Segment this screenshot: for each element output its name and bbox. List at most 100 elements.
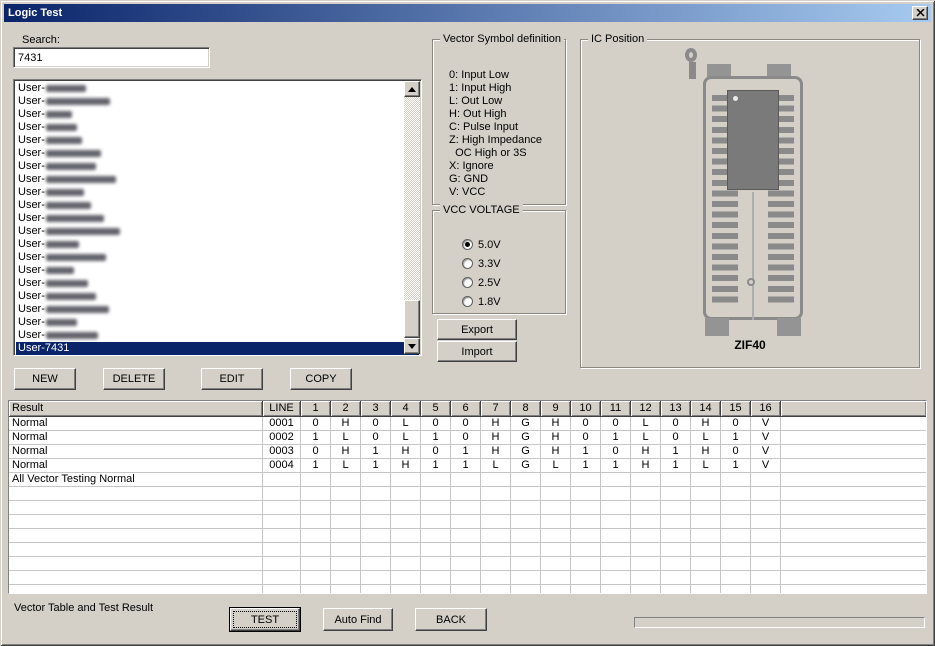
list-item[interactable]: User- bbox=[16, 290, 419, 303]
table-row[interactable] bbox=[9, 487, 926, 501]
socket-center-channel bbox=[752, 192, 754, 320]
scroll-down-button[interactable] bbox=[404, 338, 420, 354]
list-item[interactable]: User-7431 bbox=[16, 342, 419, 355]
header-pin-2[interactable]: 2 bbox=[331, 401, 361, 417]
header-pin-5[interactable]: 5 bbox=[421, 401, 451, 417]
back-button[interactable]: BACK bbox=[415, 608, 487, 631]
table-row[interactable] bbox=[9, 571, 926, 585]
header-pin-3[interactable]: 3 bbox=[361, 401, 391, 417]
device-list[interactable]: User-User-User-User-User-User-User-User-… bbox=[13, 79, 422, 356]
table-row[interactable] bbox=[9, 501, 926, 515]
vector-symbol-group-title: Vector Symbol definition bbox=[440, 33, 564, 45]
list-item[interactable]: User- bbox=[16, 134, 419, 147]
vcc-option-3.3V[interactable]: 3.3V bbox=[462, 254, 501, 273]
table-row[interactable]: Normal00021L0L10HGH01L0L1V bbox=[9, 431, 926, 445]
delete-button[interactable]: DELETE bbox=[103, 368, 165, 390]
header-pin-12[interactable]: 12 bbox=[631, 401, 661, 417]
vcc-option-1.8V[interactable]: 1.8V bbox=[462, 292, 501, 311]
symbol-line: V: VCC bbox=[449, 186, 542, 199]
arrow-down-icon bbox=[408, 344, 416, 349]
title-bar[interactable]: Logic Test bbox=[4, 4, 931, 22]
chip-pin1-mark-icon bbox=[733, 96, 738, 101]
table-row[interactable]: All Vector Testing Normal bbox=[9, 473, 926, 487]
header-pin-11[interactable]: 11 bbox=[601, 401, 631, 417]
socket-lever-stem bbox=[689, 62, 696, 79]
list-item[interactable]: User- bbox=[16, 316, 419, 329]
list-item[interactable]: User- bbox=[16, 251, 419, 264]
progress-bar bbox=[634, 617, 925, 628]
close-icon bbox=[916, 9, 925, 17]
list-item[interactable]: User- bbox=[16, 186, 419, 199]
listbox-scrollbar[interactable] bbox=[404, 81, 420, 354]
table-row[interactable] bbox=[9, 515, 926, 529]
socket-name-label: ZIF40 bbox=[581, 338, 919, 352]
list-item[interactable]: User- bbox=[16, 95, 419, 108]
vcc-option-2.5V[interactable]: 2.5V bbox=[462, 273, 501, 292]
edit-button[interactable]: EDIT bbox=[201, 368, 263, 390]
header-line[interactable]: LINE bbox=[263, 401, 301, 417]
socket-center-screw-icon bbox=[747, 278, 755, 286]
search-input[interactable] bbox=[13, 47, 210, 68]
vcc-voltage-group: VCC VOLTAGE 5.0V3.3V2.5V1.8V bbox=[432, 210, 566, 314]
socket-lever-icon bbox=[685, 48, 697, 62]
list-item[interactable]: User- bbox=[16, 303, 419, 316]
list-item[interactable]: User- bbox=[16, 82, 419, 95]
table-row[interactable] bbox=[9, 529, 926, 543]
table-row[interactable] bbox=[9, 557, 926, 571]
header-pin-15[interactable]: 15 bbox=[721, 401, 751, 417]
symbol-line: Z: High Impedance bbox=[449, 134, 542, 147]
header-pin-10[interactable]: 10 bbox=[571, 401, 601, 417]
header-pin-9[interactable]: 9 bbox=[541, 401, 571, 417]
vcc-voltage-group-title: VCC VOLTAGE bbox=[440, 204, 523, 216]
list-item[interactable]: User- bbox=[16, 238, 419, 251]
symbol-line: 1: Input High bbox=[449, 82, 542, 95]
header-pin-1[interactable]: 1 bbox=[301, 401, 331, 417]
header-pin-16[interactable]: 16 bbox=[751, 401, 781, 417]
list-item[interactable]: User- bbox=[16, 173, 419, 186]
header-result[interactable]: Result bbox=[9, 401, 263, 417]
header-pin-6[interactable]: 6 bbox=[451, 401, 481, 417]
window-title: Logic Test bbox=[8, 7, 62, 19]
table-header[interactable]: Result LINE 1 2 3 4 5 6 7 8 9 10 11 12 1… bbox=[9, 401, 926, 417]
vcc-option-5.0V[interactable]: 5.0V bbox=[462, 235, 501, 254]
auto-find-button[interactable]: Auto Find bbox=[323, 608, 393, 631]
list-item[interactable]: User- bbox=[16, 147, 419, 160]
symbol-line: C: Pulse Input bbox=[449, 121, 542, 134]
header-pin-8[interactable]: 8 bbox=[511, 401, 541, 417]
list-item[interactable]: User- bbox=[16, 199, 419, 212]
table-row[interactable] bbox=[9, 543, 926, 557]
test-button[interactable]: TEST bbox=[230, 608, 300, 631]
table-row[interactable]: Normal00010H0L00HGH00L0H0V bbox=[9, 417, 926, 431]
header-filler bbox=[781, 401, 926, 417]
list-item[interactable]: User- bbox=[16, 225, 419, 238]
symbol-line: OC High or 3S bbox=[449, 147, 542, 160]
header-pin-14[interactable]: 14 bbox=[691, 401, 721, 417]
radio-icon bbox=[462, 258, 473, 269]
list-item[interactable]: User- bbox=[16, 212, 419, 225]
vcc-options: 5.0V3.3V2.5V 1.8V bbox=[462, 235, 501, 311]
list-item[interactable]: User- bbox=[16, 264, 419, 277]
header-pin-13[interactable]: 13 bbox=[661, 401, 691, 417]
copy-button[interactable]: COPY bbox=[290, 368, 352, 390]
radio-icon bbox=[462, 277, 473, 288]
vector-symbol-lines: 0: Input Low1: Input HighL: Out LowH: Ou… bbox=[449, 69, 542, 199]
export-button[interactable]: Export bbox=[437, 319, 517, 340]
radio-label: 1.8V bbox=[478, 296, 501, 308]
list-item[interactable]: User- bbox=[16, 329, 419, 342]
list-item[interactable]: User- bbox=[16, 108, 419, 121]
list-item[interactable]: User- bbox=[16, 160, 419, 173]
list-item[interactable]: User- bbox=[16, 121, 419, 134]
scroll-thumb[interactable] bbox=[404, 300, 420, 338]
ic-position-group-title: IC Position bbox=[588, 33, 647, 45]
header-pin-4[interactable]: 4 bbox=[391, 401, 421, 417]
radio-icon bbox=[462, 296, 473, 307]
close-button[interactable] bbox=[912, 6, 928, 20]
list-item[interactable]: User- bbox=[16, 277, 419, 290]
table-row[interactable]: Normal00030H1H01HGH10H1H0V bbox=[9, 445, 926, 459]
new-button[interactable]: NEW bbox=[14, 368, 76, 390]
header-pin-7[interactable]: 7 bbox=[481, 401, 511, 417]
table-row[interactable]: Normal00041L1H11LGL11H1L1V bbox=[9, 459, 926, 473]
scroll-up-button[interactable] bbox=[404, 81, 420, 97]
table-row[interactable] bbox=[9, 585, 926, 594]
import-button[interactable]: Import bbox=[437, 341, 517, 362]
